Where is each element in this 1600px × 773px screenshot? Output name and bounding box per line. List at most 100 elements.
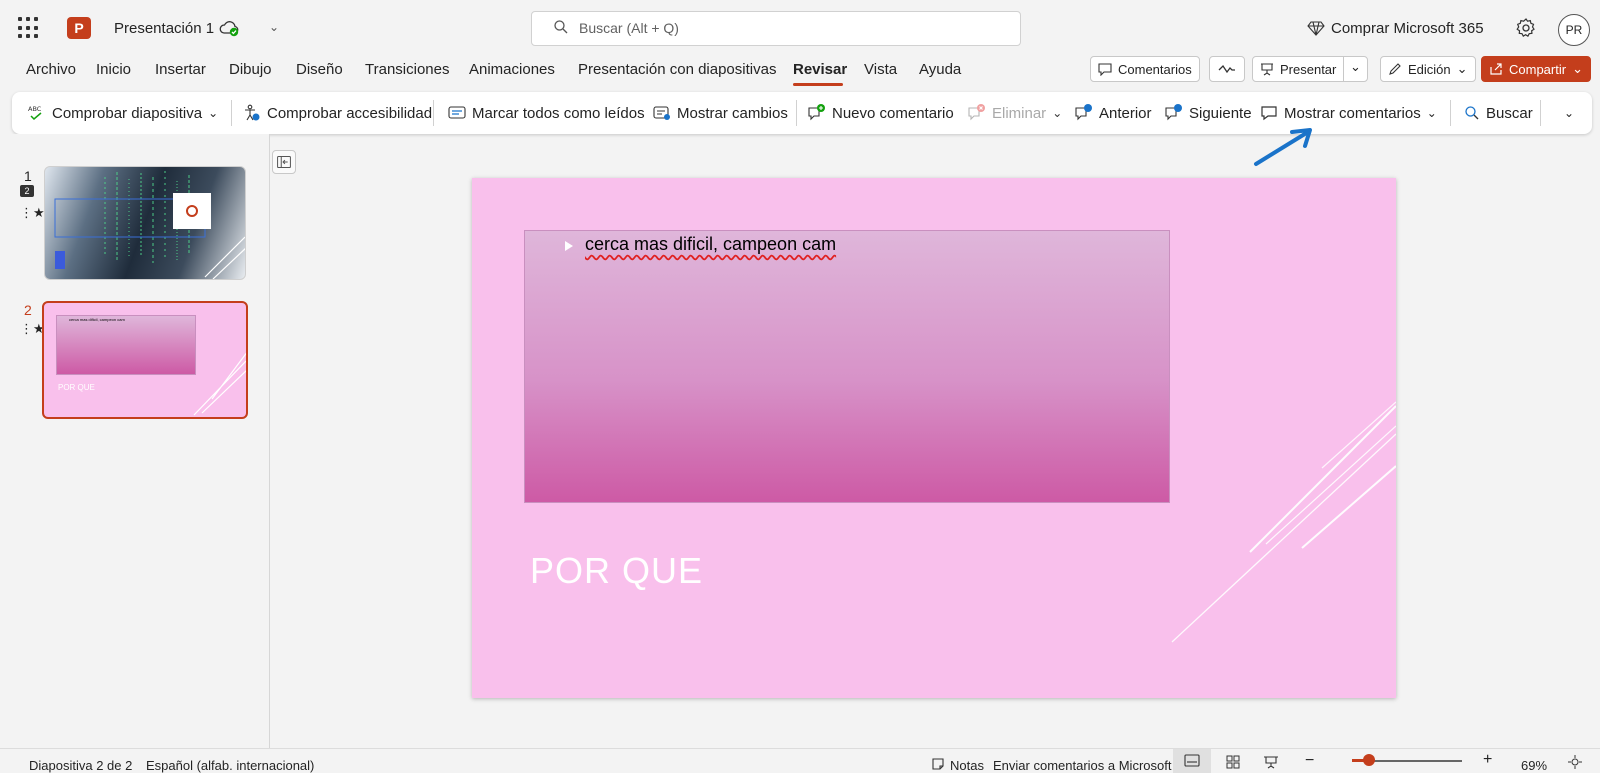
app-launcher-icon[interactable]	[18, 17, 40, 39]
bullet-arrow-icon	[565, 241, 573, 251]
ribbon-search-label: Buscar	[1486, 104, 1533, 122]
slide-canvas[interactable]: cerca mas dificil, campeon cam POR QUE	[472, 178, 1396, 698]
active-tab-indicator	[793, 83, 843, 86]
present-button[interactable]: Presentar ⌄	[1252, 56, 1368, 82]
show-comments-icon	[1261, 106, 1277, 121]
slide-1-preview-image	[54, 171, 245, 279]
normal-view-icon	[1184, 754, 1200, 767]
show-comments-button[interactable]: Mostrar comentarios ⌄	[1260, 101, 1437, 125]
mark-all-read-button[interactable]: Marcar todos como leídos	[448, 101, 645, 125]
show-changes-icon	[653, 106, 670, 120]
tab-insertar[interactable]: Insertar	[155, 61, 206, 78]
ribbon-separator	[1540, 100, 1541, 126]
check-slide-chevron-down-icon: ⌄	[208, 106, 219, 120]
ribbon-separator	[1450, 100, 1451, 126]
catch-up-button[interactable]	[1209, 56, 1245, 82]
user-avatar[interactable]: PR	[1558, 14, 1590, 46]
slide-counter: Diapositiva 2 de 2	[29, 758, 133, 773]
tab-revisar[interactable]: Revisar	[793, 61, 847, 78]
new-comment-label: Nuevo comentario	[832, 104, 954, 122]
present-chevron-down-icon[interactable]: ⌄	[1343, 57, 1367, 81]
slide-2-number: 2	[24, 302, 32, 318]
animation-star-icon: ⋮★	[20, 321, 45, 336]
search-placeholder[interactable]: Buscar (Alt + Q)	[579, 20, 679, 36]
previous-comment-button[interactable]: Anterior	[1075, 101, 1152, 125]
zoom-thumb[interactable]	[1362, 754, 1375, 766]
feedback-link[interactable]: Enviar comentarios a Microsoft	[993, 758, 1171, 773]
reading-view-icon[interactable]	[1263, 755, 1279, 769]
ribbon-separator	[231, 100, 232, 126]
next-comment-icon	[1165, 104, 1182, 121]
delete-comment-button[interactable]: Eliminar ⌄	[968, 101, 1062, 125]
notes-button[interactable]: Notas	[950, 758, 984, 773]
collapse-pane-icon[interactable]	[272, 150, 296, 174]
slide-1-number: 1	[24, 168, 32, 184]
pencil-icon	[1389, 63, 1401, 75]
show-comments-label: Mostrar comentarios	[1284, 104, 1421, 122]
slide-sorter-icon[interactable]	[1226, 755, 1240, 769]
tab-vista[interactable]: Vista	[864, 61, 897, 78]
thumb-bullet-text: cerca mas dificil, campeon cam	[69, 317, 125, 322]
editing-mode-button[interactable]: Edición ⌄	[1380, 56, 1476, 82]
svg-text:ABC: ABC	[28, 105, 42, 113]
mark-read-icon	[448, 106, 466, 119]
slide-decorative-lines	[1171, 401, 1396, 643]
thumb-title-text: POR QUE	[58, 383, 95, 392]
show-changes-label: Mostrar cambios	[677, 104, 788, 122]
ribbon-search-button[interactable]: Buscar	[1464, 101, 1533, 125]
diamond-icon	[1307, 21, 1325, 36]
ribbon-separator	[433, 100, 434, 126]
slide-bullet-text[interactable]: cerca mas dificil, campeon cam	[585, 234, 836, 255]
annotation-arrow-icon	[1254, 128, 1312, 166]
zoom-percentage[interactable]: 69%	[1521, 758, 1547, 773]
check-slide-button[interactable]: ABC Comprobar diapositiva ⌄	[28, 101, 218, 125]
edit-chevron-down-icon: ⌄	[1456, 61, 1468, 76]
check-accessibility-label: Comprobar accesibilidad	[267, 104, 433, 122]
activity-icon	[1218, 64, 1235, 74]
tab-transiciones[interactable]: Transiciones	[365, 61, 449, 78]
normal-view-button[interactable]	[1173, 749, 1211, 773]
cloud-saved-icon	[219, 21, 239, 37]
zoom-in-button[interactable]: +	[1483, 751, 1492, 769]
title-chevron-down-icon[interactable]: ⌄	[269, 20, 279, 34]
check-accessibility-button[interactable]: Comprobar accesibilidad	[243, 101, 432, 125]
comments-button[interactable]: Comentarios	[1090, 56, 1200, 82]
tab-diseno[interactable]: Diseño	[296, 61, 343, 78]
tab-animaciones[interactable]: Animaciones	[469, 61, 555, 78]
new-comment-icon	[808, 104, 825, 121]
tab-archivo[interactable]: Archivo	[26, 61, 76, 78]
slide-1-thumbnail[interactable]	[44, 166, 246, 280]
thumb-decorative-lines	[193, 352, 246, 416]
language-indicator[interactable]: Español (alfab. internacional)	[146, 758, 314, 773]
tab-ayuda[interactable]: Ayuda	[919, 61, 961, 78]
buy-microsoft-365-link[interactable]: Comprar Microsoft 365	[1331, 20, 1484, 37]
delete-chevron-down-icon: ⌄	[1052, 106, 1063, 120]
fit-slide-icon[interactable]	[1568, 755, 1582, 769]
show-changes-button[interactable]: Mostrar cambios	[653, 101, 788, 125]
new-comment-button[interactable]: Nuevo comentario	[808, 101, 954, 125]
animation-star-icon: ⋮★	[20, 205, 45, 220]
share-label: Compartir	[1509, 61, 1567, 77]
tab-presentacion-con-diapositivas[interactable]: Presentación con diapositivas	[578, 61, 776, 78]
next-comment-button[interactable]: Siguiente	[1165, 101, 1252, 125]
slide-2-thumbnail[interactable]: cerca mas dificil, campeon cam POR QUE	[42, 301, 248, 419]
powerpoint-logo-icon: P	[67, 17, 96, 39]
slide-content-placeholder[interactable]: cerca mas dificil, campeon cam	[524, 230, 1170, 503]
comment-icon	[1098, 63, 1112, 76]
delete-comment-icon	[968, 104, 985, 121]
slide-title[interactable]: POR QUE	[530, 550, 703, 592]
share-button[interactable]: Compartir ⌄	[1481, 56, 1591, 82]
document-title[interactable]: Presentación 1	[114, 20, 214, 37]
next-comment-label: Siguiente	[1189, 104, 1252, 122]
tab-dibujo[interactable]: Dibujo	[229, 61, 272, 78]
share-icon	[1490, 63, 1502, 75]
ribbon-expand-chevron-down-icon[interactable]: ⌄	[1564, 101, 1574, 125]
tab-inicio[interactable]: Inicio	[96, 61, 131, 78]
zoom-out-button[interactable]: −	[1305, 752, 1314, 770]
previous-comment-icon	[1075, 104, 1092, 121]
zoom-slider[interactable]	[1344, 748, 1474, 773]
delete-comment-label: Eliminar	[992, 104, 1047, 122]
gear-icon[interactable]	[1515, 17, 1537, 39]
search-icon	[554, 20, 568, 34]
edit-label: Edición	[1408, 61, 1451, 77]
